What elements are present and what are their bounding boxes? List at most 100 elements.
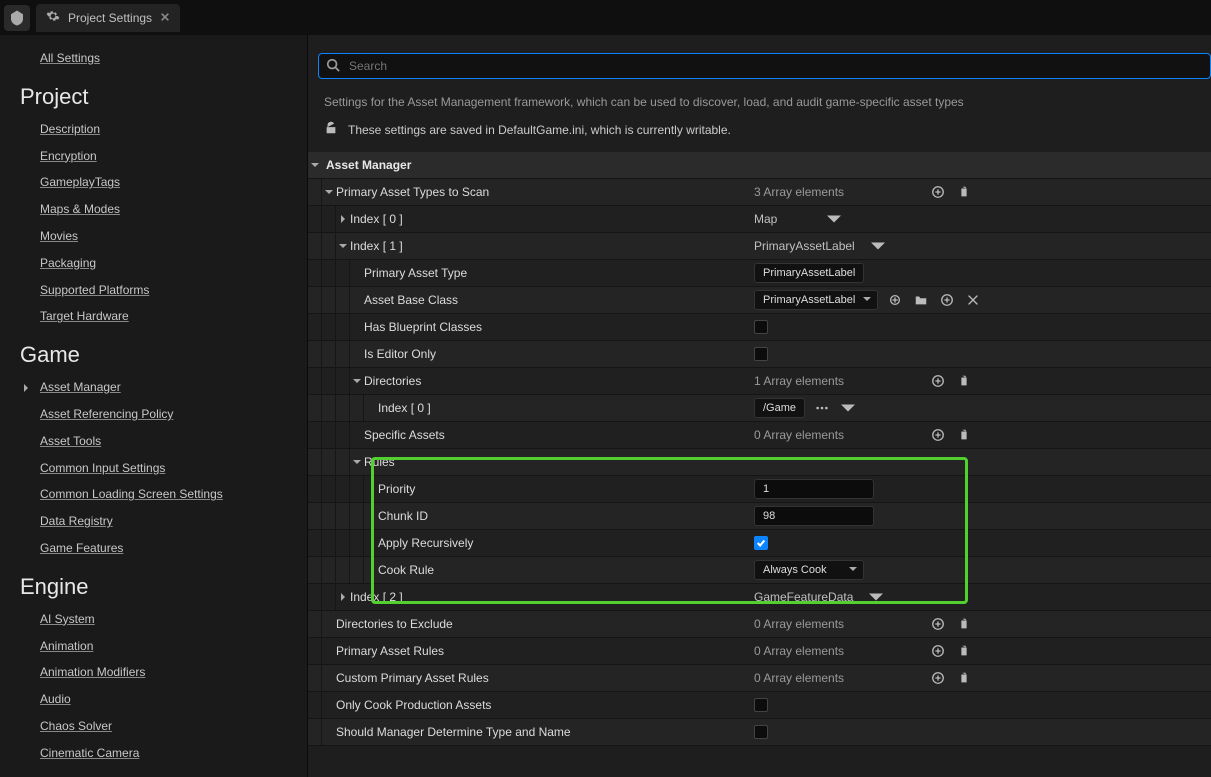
add-icon[interactable] — [929, 669, 947, 687]
add-icon[interactable] — [929, 372, 947, 390]
browse-icon[interactable] — [886, 291, 904, 309]
row-rules: Rules — [308, 449, 1211, 476]
checkbox[interactable] — [754, 347, 768, 361]
sidebar-item-chaos-solver[interactable]: Chaos Solver — [0, 713, 289, 740]
sidebar-item-asset-tools[interactable]: Asset Tools — [0, 428, 289, 455]
sidebar-section-game: Game — [0, 330, 289, 374]
row-cook-rule: Cook Rule Always Cook — [308, 557, 1211, 584]
chevron-down-icon[interactable] — [350, 458, 364, 466]
property-label: Asset Base Class — [364, 293, 458, 307]
property-grid: Asset Manager Primary Asset Types to Sca… — [308, 152, 1211, 777]
priority-input[interactable] — [754, 479, 874, 499]
save-status-text: These settings are saved in DefaultGame.… — [348, 123, 731, 137]
property-label: Index [ 1 ] — [350, 239, 403, 253]
row-only-cook-production: Only Cook Production Assets — [308, 692, 1211, 719]
search-wrapper — [318, 53, 1211, 79]
row-has-blueprint-classes: Has Blueprint Classes — [308, 314, 1211, 341]
checkbox-checked[interactable] — [754, 536, 768, 550]
sidebar-item-game-features[interactable]: Game Features — [0, 535, 289, 562]
sidebar-item-description[interactable]: Description — [0, 116, 289, 143]
sidebar-item-common-input[interactable]: Common Input Settings — [0, 455, 289, 482]
ellipsis-icon[interactable] — [813, 399, 831, 417]
sidebar-item-data-registry[interactable]: Data Registry — [0, 508, 289, 535]
trash-icon[interactable] — [955, 183, 973, 201]
property-label: Specific Assets — [364, 428, 445, 442]
add-icon[interactable] — [929, 426, 947, 444]
sidebar-item-gameplaytags[interactable]: GameplayTags — [0, 169, 289, 196]
sidebar-item-asset-manager[interactable]: Asset Manager — [38, 374, 121, 401]
close-icon[interactable] — [160, 11, 170, 25]
folder-icon[interactable] — [912, 291, 930, 309]
property-label: Should Manager Determine Type and Name — [336, 725, 571, 739]
trash-icon[interactable] — [955, 426, 973, 444]
add-icon[interactable] — [929, 615, 947, 633]
sidebar-item-packaging[interactable]: Packaging — [0, 250, 289, 277]
chevron-down-icon[interactable] — [308, 161, 322, 169]
trash-icon[interactable] — [955, 669, 973, 687]
sidebar-item-cinematic-camera[interactable]: Cinematic Camera — [0, 740, 289, 767]
sidebar-item-maps-modes[interactable]: Maps & Modes — [0, 196, 289, 223]
chevron-right-icon[interactable] — [336, 215, 350, 223]
chevron-down-icon[interactable] — [867, 588, 885, 606]
row-index-0: Index [ 0 ] Map — [308, 206, 1211, 233]
chevron-down-icon — [863, 294, 871, 306]
property-label: Index [ 0 ] — [378, 401, 431, 415]
clear-icon[interactable] — [964, 291, 982, 309]
sidebar-item-encryption[interactable]: Encryption — [0, 143, 289, 170]
checkbox[interactable] — [754, 725, 768, 739]
row-directories-exclude: Directories to Exclude 0 Array elements — [308, 611, 1211, 638]
checkbox[interactable] — [754, 698, 768, 712]
category-label: Asset Manager — [326, 158, 411, 172]
row-specific-assets: Specific Assets 0 Array elements — [308, 422, 1211, 449]
chevron-down-icon[interactable] — [350, 377, 364, 385]
app-logo-icon[interactable] — [4, 5, 30, 31]
array-count: 1 Array elements — [754, 374, 844, 388]
class-picker[interactable]: PrimaryAssetLabel — [754, 290, 878, 310]
row-directory-0: Index [ 0 ] /Game — [308, 395, 1211, 422]
sidebar-item-asset-ref-policy[interactable]: Asset Referencing Policy — [0, 401, 289, 428]
chunk-id-input[interactable] — [754, 506, 874, 526]
row-index-1: Index [ 1 ] PrimaryAssetLabel — [308, 233, 1211, 260]
sidebar-item-audio[interactable]: Audio — [0, 686, 289, 713]
chevron-right-icon[interactable] — [22, 381, 36, 395]
chevron-down-icon[interactable] — [825, 210, 843, 228]
array-count: 0 Array elements — [754, 671, 844, 685]
cook-rule-combo[interactable]: Always Cook — [754, 560, 864, 580]
row-primary-asset-rules: Primary Asset Rules 0 Array elements — [308, 638, 1211, 665]
sidebar-item-supported-platforms[interactable]: Supported Platforms — [0, 277, 289, 304]
array-count: 3 Array elements — [754, 185, 844, 199]
property-label: Primary Asset Types to Scan — [336, 185, 489, 199]
property-label: Is Editor Only — [364, 347, 436, 361]
trash-icon[interactable] — [955, 642, 973, 660]
section-description: Settings for the Asset Management framew… — [308, 79, 1211, 121]
sidebar-item-common-loading[interactable]: Common Loading Screen Settings — [0, 481, 289, 508]
add-icon[interactable] — [929, 642, 947, 660]
search-input[interactable] — [318, 53, 1211, 79]
add-icon[interactable] — [938, 291, 956, 309]
sidebar-item-ai-system[interactable]: AI System — [0, 606, 289, 633]
sidebar-item-movies[interactable]: Movies — [0, 223, 289, 250]
add-icon[interactable] — [929, 183, 947, 201]
path-value[interactable]: /Game — [754, 398, 805, 418]
trash-icon[interactable] — [955, 372, 973, 390]
checkbox[interactable] — [754, 320, 768, 334]
sidebar-item-animation[interactable]: Animation — [0, 633, 289, 660]
property-label: Index [ 0 ] — [350, 212, 403, 226]
chevron-down-icon[interactable] — [839, 399, 857, 417]
sidebar-item-animation-modifiers[interactable]: Animation Modifiers — [0, 659, 289, 686]
chevron-down-icon[interactable] — [336, 242, 350, 250]
property-label: Primary Asset Type — [364, 266, 467, 280]
chevron-down-icon[interactable] — [322, 188, 336, 196]
trash-icon[interactable] — [955, 615, 973, 633]
tab-project-settings[interactable]: Project Settings — [36, 4, 180, 32]
chevron-right-icon[interactable] — [336, 593, 350, 601]
chevron-down-icon[interactable] — [869, 237, 887, 255]
property-label: Directories to Exclude — [336, 617, 453, 631]
sidebar-item-target-hardware[interactable]: Target Hardware — [0, 303, 289, 330]
category-asset-manager[interactable]: Asset Manager — [308, 152, 1211, 179]
sidebar-all-settings[interactable]: All Settings — [0, 45, 289, 72]
row-index-2: Index [ 2 ] GameFeatureData — [308, 584, 1211, 611]
property-label: Apply Recursively — [378, 536, 473, 550]
text-value[interactable]: PrimaryAssetLabel — [754, 263, 864, 283]
row-directories: Directories 1 Array elements — [308, 368, 1211, 395]
